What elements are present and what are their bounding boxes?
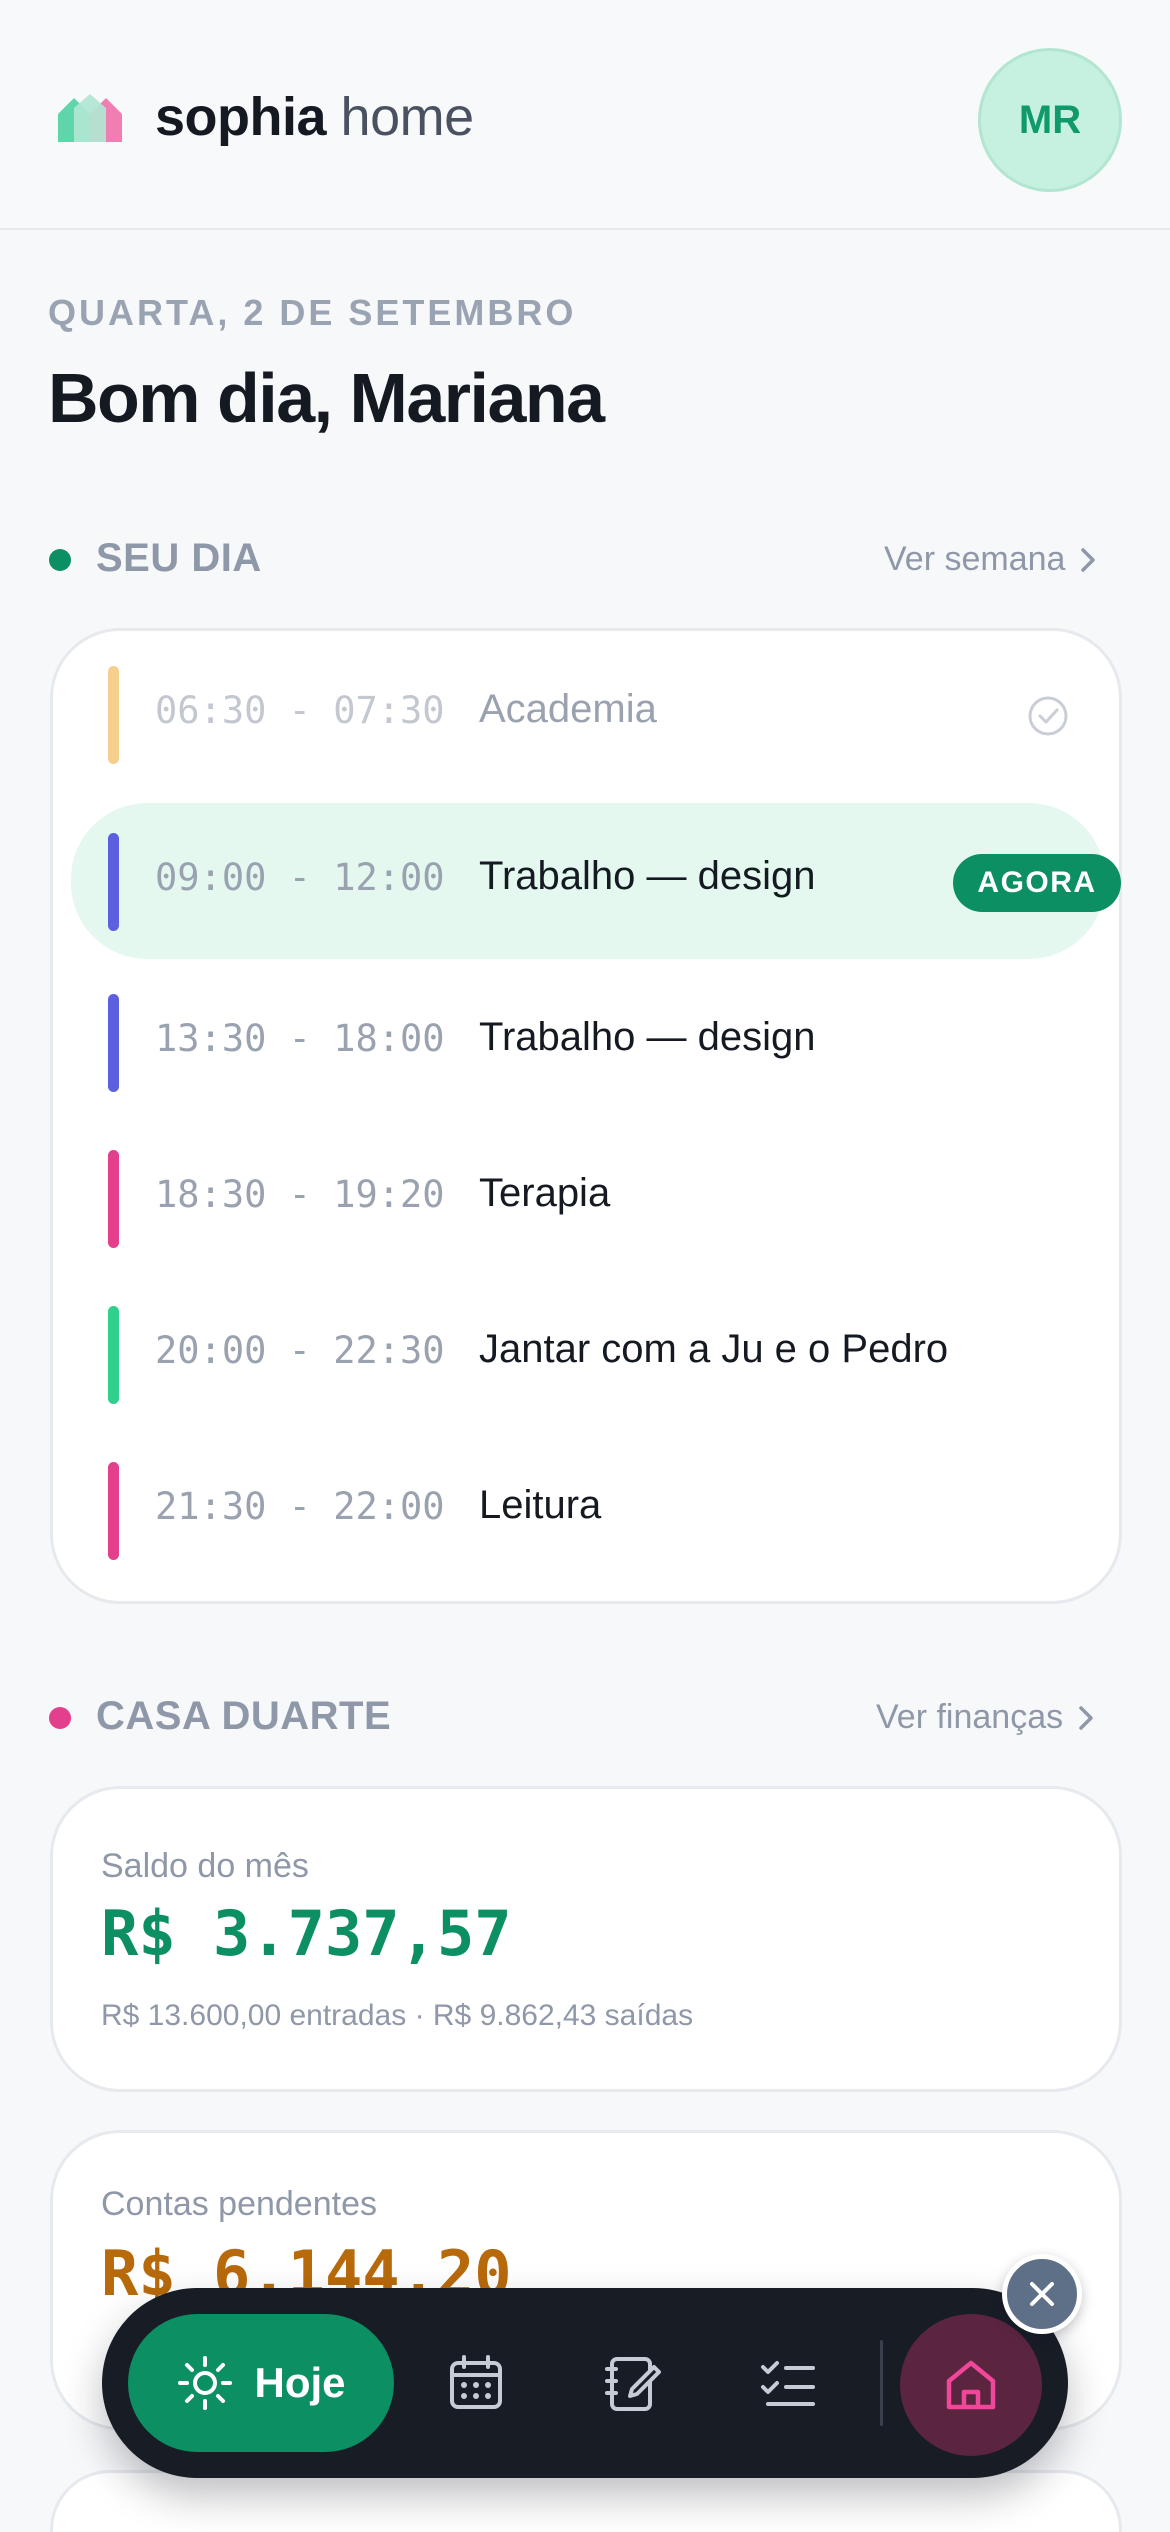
app-header: sophia home MR	[0, 0, 1170, 230]
nav-tasks-button[interactable]	[744, 2339, 832, 2427]
event-title: Leitura	[479, 1483, 602, 1527]
check-circle-icon	[1028, 696, 1068, 736]
calendar-icon	[450, 2355, 502, 2409]
day-schedule-card: 06:30 - 07:30 Academia 09:00 - 12:00 Tra…	[50, 628, 1122, 1604]
user-avatar[interactable]: MR	[978, 48, 1122, 192]
greeting-title: Bom dia, Mariana	[48, 359, 605, 437]
event-row[interactable]: 06:30 - 07:30 Academia	[53, 631, 1123, 781]
event-color-bar	[108, 1462, 119, 1560]
event-time: 18:30 - 19:20	[155, 1173, 445, 1216]
pending-label: Contas pendentes	[101, 2185, 377, 2223]
balance-label: Saldo do mês	[101, 1847, 309, 1885]
day-section-dot	[49, 549, 71, 571]
balance-card[interactable]: Saldo do mês R$ 3.737,57 R$ 13.600,00 en…	[50, 1786, 1122, 2092]
nav-today-button[interactable]: Hoje	[128, 2314, 394, 2452]
day-section-title: SEU DIA	[96, 536, 262, 580]
event-color-bar	[108, 994, 119, 1092]
balance-value: R$ 3.737,57	[101, 1897, 512, 1970]
date-label: QUARTA, 2 DE SETEMBRO	[48, 292, 577, 333]
chevron-right-icon	[1081, 547, 1096, 572]
app-name-light: home	[340, 87, 475, 147]
event-time: 21:30 - 22:00	[155, 1485, 445, 1528]
event-color-bar	[108, 1150, 119, 1248]
nav-home-button[interactable]	[900, 2314, 1042, 2456]
event-time: 09:00 - 12:00	[155, 856, 445, 899]
notebook-icon	[605, 2357, 661, 2411]
event-color-bar	[108, 1306, 119, 1404]
event-title: Trabalho — design	[479, 1015, 816, 1059]
bottom-navigation: Hoje	[102, 2288, 1068, 2478]
next-card	[50, 2470, 1122, 2532]
balance-subtitle: R$ 13.600,00 entradas · R$ 9.862,43 saíd…	[101, 1999, 694, 2032]
event-color-bar	[108, 666, 119, 764]
see-week-label: Ver semana	[884, 540, 1066, 578]
event-color-bar	[108, 833, 119, 931]
house-section-dot	[49, 1707, 71, 1729]
home-icon	[946, 2360, 996, 2410]
sun-icon	[178, 2356, 233, 2410]
see-finances-label: Ver finanças	[876, 1698, 1064, 1736]
event-title: Trabalho — design	[479, 854, 816, 898]
event-row-current[interactable]: 09:00 - 12:00 Trabalho — design AGORA	[71, 803, 1121, 959]
app-logo-text: sophia home	[155, 86, 474, 148]
now-badge: AGORA	[953, 854, 1121, 912]
nav-divider	[880, 2340, 883, 2426]
event-row[interactable]: 18:30 - 19:20 Terapia	[53, 1115, 1123, 1267]
close-nav-button[interactable]	[1002, 2254, 1082, 2334]
event-time: 06:30 - 07:30	[155, 689, 445, 732]
event-row[interactable]: 13:30 - 18:00 Trabalho — design	[53, 959, 1123, 1111]
event-title: Jantar com a Ju e o Pedro	[479, 1327, 949, 1371]
house-section-title: CASA DUARTE	[96, 1694, 392, 1738]
logo-house-icon	[58, 94, 122, 142]
nav-calendar-button[interactable]	[432, 2339, 520, 2427]
see-finances-link[interactable]: Ver finanças	[876, 1698, 1095, 1737]
event-row[interactable]: 21:30 - 22:00 Leitura	[53, 1427, 1123, 1579]
nav-today-label: Hoje	[254, 2359, 346, 2406]
event-title: Academia	[479, 687, 657, 731]
event-time: 13:30 - 18:00	[155, 1017, 445, 1060]
checklist-icon	[761, 2361, 815, 2406]
see-week-link[interactable]: Ver semana	[884, 540, 1097, 579]
app-name-bold: sophia	[155, 87, 327, 147]
event-title: Terapia	[479, 1171, 611, 1215]
close-icon	[1030, 2282, 1054, 2306]
event-time: 20:00 - 22:30	[155, 1329, 445, 1372]
chevron-right-icon	[1079, 1705, 1093, 1730]
event-row[interactable]: 20:00 - 22:30 Jantar com a Ju e o Pedro	[53, 1271, 1123, 1423]
nav-notes-button[interactable]	[588, 2339, 676, 2427]
